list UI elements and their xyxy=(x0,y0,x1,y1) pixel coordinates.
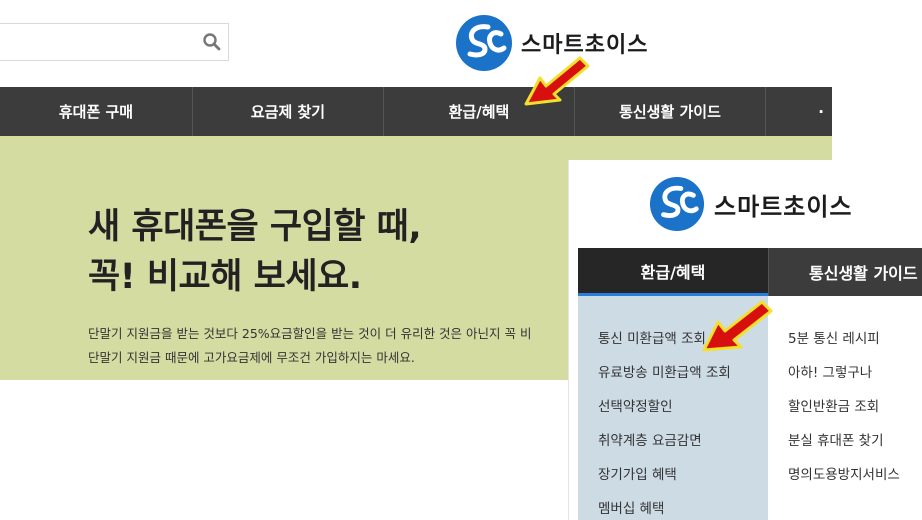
dropdown-menu: 통신 미환급액 조회 유료방송 미환급액 조회 선택약정할인 취약계층 요금감면… xyxy=(578,296,922,520)
tab-telecom-guide[interactable]: 통신생활 가이드 xyxy=(768,248,922,296)
zoomed-nav: 환급/혜택 통신생활 가이드 xyxy=(578,248,922,296)
menu-item-vulnerable-discount[interactable]: 취약계층 요금감면 xyxy=(578,424,768,458)
nav-item-phone-purchase[interactable]: 휴대폰 구매 xyxy=(0,87,193,136)
zoomed-screenshot: 스마트초이스 환급/혜택 통신생활 가이드 통신 미환급액 조회 유료방송 미환… xyxy=(569,160,922,520)
search-input[interactable] xyxy=(0,24,194,60)
hero-title-line-2: 꼭! 비교해 보세요. xyxy=(88,257,362,297)
nav-item-more[interactable]: · xyxy=(766,87,832,136)
zoomed-site-logo[interactable]: 스마트초이스 xyxy=(649,176,852,232)
menu-item-membership-benefit[interactable]: 멤버십 혜택 xyxy=(578,492,768,520)
search-icon xyxy=(203,33,221,51)
menu-item-long-term-benefit[interactable]: 장기가입 혜택 xyxy=(578,458,768,492)
dropdown-column-1: 통신 미환급액 조회 유료방송 미환급액 조회 선택약정할인 취약계층 요금감면… xyxy=(578,296,768,520)
menu-item-selective-discount[interactable]: 선택약정할인 xyxy=(578,390,768,424)
site-header: 스마트초이스 xyxy=(0,0,832,87)
smartchoice-logo-icon xyxy=(456,15,512,71)
menu-item-aha[interactable]: 아하! 그렇구나 xyxy=(768,356,922,390)
search-button[interactable] xyxy=(200,30,224,54)
menu-item-lost-phone[interactable]: 분실 휴대폰 찾기 xyxy=(768,424,922,458)
search-box xyxy=(0,23,229,61)
menu-item-unrefunded-broadcast[interactable]: 유료방송 미환급액 조회 xyxy=(578,356,768,390)
main-nav: 휴대폰 구매 요금제 찾기 환급/혜택 통신생활 가이드 · xyxy=(0,87,832,136)
menu-item-identity-theft[interactable]: 명의도용방지서비스 xyxy=(768,458,922,492)
smartchoice-logo-icon xyxy=(649,176,705,232)
nav-item-plan-search[interactable]: 요금제 찾기 xyxy=(193,87,384,136)
hero-desc-line-2: 단말기 지원금 때문에 고가요금제에 무조건 가입하지는 마세요. xyxy=(88,350,415,365)
hero-desc-line-1: 단말기 지원금을 받는 것보다 25%요금할인을 받는 것이 더 유리한 것은 … xyxy=(88,326,532,341)
nav-item-refund-benefit[interactable]: 환급/혜택 xyxy=(384,87,575,136)
logo-text: 스마트초이스 xyxy=(521,33,649,58)
menu-item-5min-recipe[interactable]: 5분 통신 레시피 xyxy=(768,322,922,356)
dropdown-column-2: 5분 통신 레시피 아하! 그렇구나 할인반환금 조회 분실 휴대폰 찾기 명의… xyxy=(768,296,922,520)
zoomed-header: 스마트초이스 xyxy=(569,160,922,248)
nav-item-telecom-guide[interactable]: 통신생활 가이드 xyxy=(575,87,766,136)
logo-text: 스마트초이스 xyxy=(714,192,853,221)
hero-title: 새 휴대폰을 구입할 때, 꼭! 비교해 보세요. xyxy=(88,202,422,302)
hero-description: 단말기 지원금을 받는 것보다 25%요금할인을 받는 것이 더 유리한 것은 … xyxy=(88,322,531,370)
hero-title-line-1: 새 휴대폰을 구입할 때, xyxy=(88,207,422,247)
tab-refund-benefit[interactable]: 환급/혜택 xyxy=(578,248,768,296)
menu-item-discount-return[interactable]: 할인반환금 조회 xyxy=(768,390,922,424)
menu-item-unrefunded-telecom[interactable]: 통신 미환급액 조회 xyxy=(578,322,768,356)
site-logo[interactable]: 스마트초이스 xyxy=(455,14,648,72)
